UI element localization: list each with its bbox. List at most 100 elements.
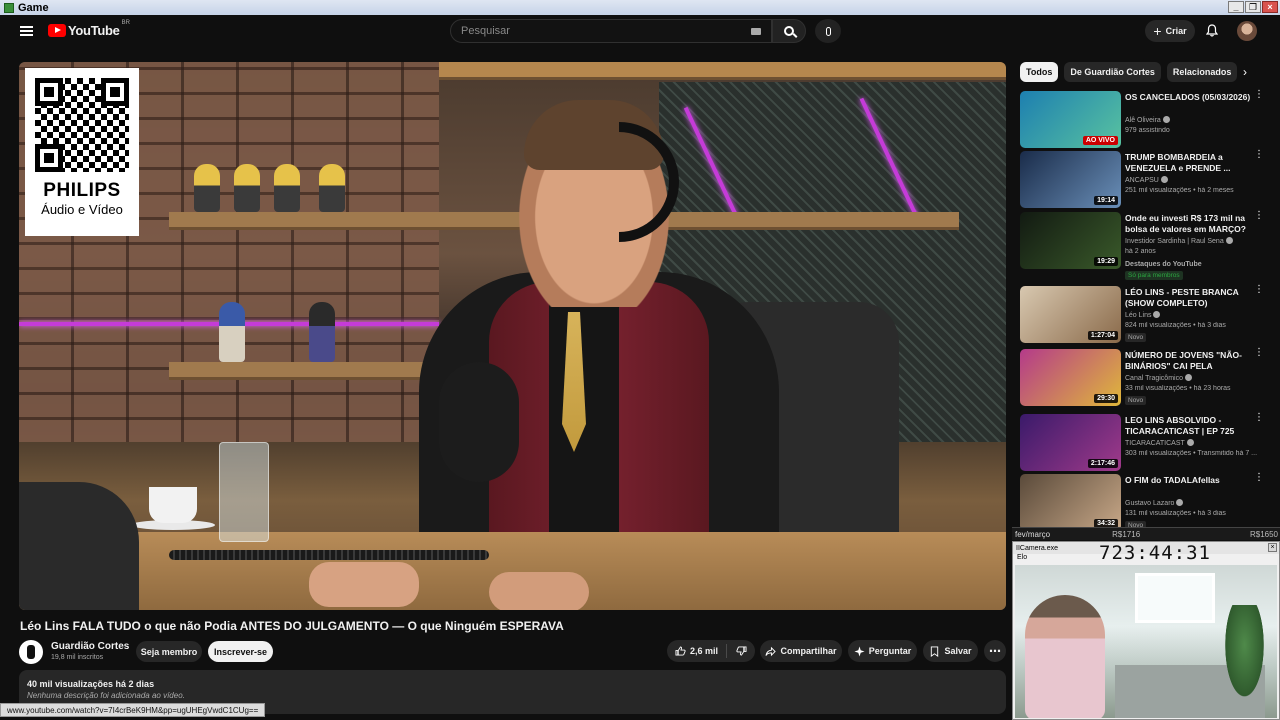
sparkle-icon [854,645,865,657]
chip-from-channel[interactable]: De Guardião Cortes [1064,62,1161,82]
recommendation-thumbnail[interactable]: 19:14 [1020,151,1121,208]
recommendation-channel[interactable]: TICARACATICAST [1125,439,1194,447]
os-window-controls: _ ❐ × [1228,1,1278,13]
recommendation-thumbnail[interactable]: 34:32 [1020,474,1121,531]
recommendation-channel[interactable]: Investidor Sardinha | Raul Sena [1125,237,1233,245]
recommendation-title[interactable]: TRUMP BOMBARDEIA a VENEZUELA e PRENDE ..… [1125,152,1253,174]
menu-icon[interactable] [20,26,33,36]
thumbs-down-icon [735,646,746,656]
recommendation-item[interactable]: 2:17:46 LEO LINS ABSOLVIDO - TICARACATICA… [1020,413,1270,472]
country-code: BR [121,20,130,26]
live-badge: AO VIVO [1082,136,1118,145]
join-button[interactable]: Seja membro [136,641,202,662]
minimize-button[interactable]: _ [1228,1,1244,13]
recommendation-thumbnail[interactable]: 1:27:04 [1020,286,1121,343]
close-button[interactable]: × [1262,1,1278,13]
recommendation-title[interactable]: O FIM do TADALAfellas [1125,475,1253,486]
voice-search-button[interactable] [815,19,841,43]
more-vertical-icon[interactable]: ⋮ [1254,211,1264,221]
recommendation-title[interactable]: OS CANCELADOS (05/03/2026) [1125,92,1253,103]
recommendation-channel[interactable]: Canal Tragicômico [1125,374,1192,382]
new-badge: Novo [1125,396,1147,405]
channel-subscribers: 19,8 mil inscritos [51,654,104,661]
chip-all[interactable]: Todos [1020,62,1059,82]
stock-value-1: R$1716 [1112,529,1141,539]
verified-icon [1225,237,1233,244]
save-label: Salvar [944,646,972,656]
recommendation-thumbnail[interactable]: 29:30 [1020,349,1121,406]
video-scene-hand [489,572,589,610]
chevron-right-icon[interactable]: › [1238,65,1252,79]
webcam-feed [1015,565,1277,718]
youtube-logo[interactable]: YouTube BR [48,20,130,38]
recommendation-channel[interactable]: ANCAPSU [1125,176,1168,184]
video-scene-shelf [439,212,959,230]
recommendation-meta: 251 mil visualizações • há 2 meses [1125,187,1234,194]
video-views-date: 40 mil visualizações há 2 dias [27,679,155,689]
more-vertical-icon[interactable]: ⋮ [1254,473,1264,483]
video-scene-toy [234,164,260,212]
recommendation-channel[interactable]: Léo Lins [1125,311,1161,319]
recommendation-meta: 979 assistindo [1125,127,1170,134]
sponsor-subtitle: Áudio e Vídeo [41,202,123,217]
more-vertical-icon[interactable]: ⋮ [1254,348,1264,358]
sponsor-overlay: PHILIPS Áudio e Vídeo [25,68,139,236]
video-scene-shelf [169,212,449,230]
recommendation-item[interactable]: 19:29 Onde eu investi R$ 173 mil na bolsa… [1020,211,1270,280]
like-count: 2,6 mil [690,646,719,656]
keyboard-icon[interactable] [751,28,761,35]
video-duration: 1:27:04 [1087,331,1118,340]
video-scene-shelf [439,62,1006,80]
recommendation-title[interactable]: LÉO LINS - PESTE BRANCA (SHOW COMPLETO) [1125,287,1253,309]
recommendation-channel[interactable]: Alê Oliveira [1125,116,1170,124]
more-vertical-icon[interactable]: ⋮ [1254,90,1264,100]
ask-label: Perguntar [868,646,912,656]
subscribe-button[interactable]: Inscrever-se [208,641,273,662]
recommendation-thumbnail[interactable]: AO VIVO [1020,91,1121,148]
verified-icon [1176,499,1184,506]
create-label: Criar [1165,26,1187,36]
recommendation-channel[interactable]: Gustavo Lazaro [1125,499,1184,507]
video-player[interactable]: PHILIPS Áudio e Vídeo [19,62,1006,610]
search-button[interactable] [772,19,806,43]
recommendation-thumbnail[interactable]: 2:17:46 [1020,414,1121,471]
share-icon [765,646,777,656]
channel-avatar[interactable] [19,640,43,664]
search-input[interactable] [461,25,741,37]
recommendation-item[interactable]: 34:32 O FIM do TADALAfellas Gustavo Lazaro… [1020,473,1270,532]
share-button[interactable]: Compartilhar [760,640,842,662]
dislike-button[interactable] [727,646,755,656]
recommendation-item[interactable]: 19:14 TRUMP BOMBARDEIA a VENEZUELA e PREN… [1020,150,1270,209]
verified-icon [1160,176,1168,183]
os-window-titlebar: Game _ ❐ × [0,0,1280,15]
video-description: Nenhuma descrição foi adicionada ao víde… [27,691,185,700]
camera-close-icon[interactable]: × [1268,543,1277,552]
camera-window[interactable]: IICamera.exe × 723:44:31 Elo [1012,541,1280,720]
recommendation-title[interactable]: NÚMERO DE JOVENS "NÃO-BINÁRIOS" CAI PELA… [1125,350,1253,374]
save-button[interactable]: Salvar [923,640,978,662]
account-avatar[interactable] [1237,21,1257,41]
ask-button[interactable]: Perguntar [848,640,917,662]
like-button[interactable]: 2,6 mil [667,644,727,658]
recommendation-item[interactable]: 1:27:04 LÉO LINS - PESTE BRANCA (SHOW COM… [1020,285,1270,344]
channel-name[interactable]: Guardião Cortes [51,641,129,652]
recommendation-title[interactable]: LEO LINS ABSOLVIDO - TICARACATICAST | EP… [1125,415,1253,437]
more-vertical-icon[interactable]: ⋮ [1254,413,1264,423]
os-window-title: Game [18,1,49,14]
app-icon [4,2,14,13]
like-dislike-group: 2,6 mil [667,640,755,662]
restore-button[interactable]: ❐ [1245,1,1261,13]
recommendation-item[interactable]: 29:30 NÚMERO DE JOVENS "NÃO-BINÁRIOS" CAI… [1020,348,1270,407]
more-actions-button[interactable]: ⋯ [984,640,1006,662]
recommendation-title[interactable]: Onde eu investi R$ 173 mil na bolsa de v… [1125,213,1253,237]
create-button[interactable]: + Criar [1145,20,1195,42]
more-vertical-icon[interactable]: ⋮ [1254,150,1264,160]
video-duration: 19:29 [1094,257,1118,266]
notifications-bell-icon[interactable] [1206,24,1218,37]
chip-related[interactable]: Relacionados [1166,62,1238,82]
recommendation-thumbnail[interactable]: 19:29 [1020,212,1121,269]
recommendation-meta: 824 mil visualizações • há 3 dias [1125,322,1226,329]
recommendation-item[interactable]: AO VIVO OS CANCELADOS (05/03/2026) Alê Oli… [1020,90,1270,149]
more-vertical-icon[interactable]: ⋮ [1254,285,1264,295]
search-box[interactable] [450,19,772,43]
